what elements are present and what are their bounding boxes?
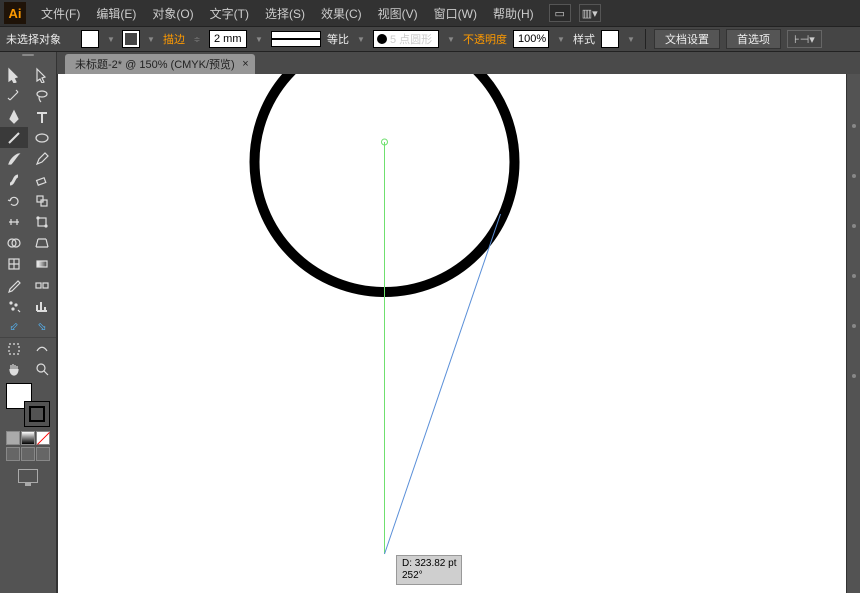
slice-select-tool[interactable] — [0, 338, 28, 359]
document-area: 未标题-2* @ 150% (CMYK/预览) × D: 323.82 pt 2… — [57, 52, 860, 593]
draw-normal[interactable] — [6, 447, 20, 461]
mesh-tool[interactable] — [0, 253, 28, 274]
color-mode[interactable] — [6, 431, 20, 445]
app-logo: Ai — [4, 2, 26, 24]
style-swatch[interactable] — [601, 30, 619, 48]
stroke-weight-dropdown[interactable]: ▼ — [253, 31, 265, 47]
menu-effect[interactable]: 效果(C) — [314, 1, 369, 26]
magic-wand-tool[interactable] — [0, 85, 28, 106]
tooltip-distance: D: 323.82 pt — [402, 558, 456, 570]
stroke-box[interactable] — [24, 401, 50, 427]
stroke-stepper-up[interactable]: ≑ — [191, 31, 203, 47]
stroke-style-preview[interactable] — [271, 31, 321, 47]
stroke-dropdown[interactable]: ▼ — [145, 31, 157, 47]
collapsed-panels[interactable] — [846, 74, 860, 593]
zoom-tool[interactable] — [28, 358, 56, 379]
line-preview — [385, 214, 501, 554]
width-tool[interactable] — [0, 211, 28, 232]
toolbox: ⬃ ⬂ — [0, 52, 57, 593]
pen-tool[interactable] — [0, 106, 28, 127]
menu-edit[interactable]: 编辑(E) — [89, 1, 143, 26]
brush-profile[interactable]: 5 点圆形 — [373, 30, 439, 48]
layout-icon[interactable]: ▭ — [549, 4, 571, 22]
symbol-sprayer-tool[interactable] — [0, 295, 28, 316]
gradient-mode[interactable] — [21, 431, 35, 445]
menu-bar: Ai 文件(F) 编辑(E) 对象(O) 文字(T) 选择(S) 效果(C) 视… — [0, 0, 860, 26]
menu-view[interactable]: 视图(V) — [371, 1, 425, 26]
type-tool[interactable] — [28, 106, 56, 127]
tab-title: 未标题-2* @ 150% (CMYK/预览) — [75, 56, 235, 72]
opacity-label[interactable]: 不透明度 — [463, 31, 507, 47]
blob-brush-tool[interactable] — [0, 169, 28, 190]
hand-tool[interactable] — [0, 358, 28, 379]
fill-dropdown[interactable]: ▼ — [105, 31, 117, 47]
screen-mode[interactable] — [18, 469, 38, 483]
style-dropdown[interactable]: ▼ — [625, 31, 637, 47]
selection-tool[interactable] — [0, 64, 28, 85]
ellipse-tool[interactable] — [28, 127, 56, 148]
paintbrush-tool[interactable] — [0, 148, 28, 169]
stroke-label[interactable]: 描边 — [163, 31, 185, 47]
profile-dropdown[interactable]: ▼ — [445, 31, 457, 47]
rotate-tool[interactable] — [0, 190, 28, 211]
menu-help[interactable]: 帮助(H) — [486, 1, 541, 26]
fill-swatch[interactable] — [81, 30, 99, 48]
shape-builder-tool[interactable] — [0, 232, 28, 253]
menu-file[interactable]: 文件(F) — [34, 1, 87, 26]
blend-tool[interactable] — [28, 274, 56, 295]
menu-window[interactable]: 窗口(W) — [427, 1, 484, 26]
uniform-dropdown[interactable]: ▼ — [355, 31, 367, 47]
eyedropper-tool[interactable] — [0, 274, 28, 295]
prefs-button[interactable]: 首选项 — [726, 29, 781, 49]
perspective-grid-tool[interactable] — [28, 232, 56, 253]
none-mode[interactable] — [36, 431, 50, 445]
direct-selection-tool[interactable] — [28, 64, 56, 85]
artwork — [58, 74, 860, 593]
document-tab[interactable]: 未标题-2* @ 150% (CMYK/预览) × — [65, 54, 255, 74]
align-selector[interactable]: ⊦⊣▾ — [787, 30, 822, 48]
draw-inside[interactable] — [36, 447, 50, 461]
free-transform-tool[interactable] — [28, 211, 56, 232]
arrange-icon[interactable]: ▥▾ — [579, 4, 601, 22]
fill-stroke-control[interactable] — [6, 383, 50, 427]
slice-tool[interactable]: ⬂ — [28, 316, 56, 337]
tab-bar: 未标题-2* @ 150% (CMYK/预览) × — [57, 52, 860, 74]
artboard-tool[interactable]: ⬃ — [0, 316, 28, 337]
stroke-swatch[interactable] — [123, 31, 139, 47]
pencil-tool[interactable] — [28, 148, 56, 169]
brush-profile-label: 5 点圆形 — [390, 31, 432, 47]
opacity-input[interactable]: 100% — [513, 30, 549, 48]
workspace: ⬃ ⬂ 未标题-2* — [0, 52, 860, 593]
lasso-tool[interactable] — [28, 85, 56, 106]
doc-setup-button[interactable]: 文档设置 — [654, 29, 720, 49]
style-label: 样式 — [573, 31, 595, 47]
menu-object[interactable]: 对象(O) — [145, 1, 200, 26]
knife-tool[interactable] — [28, 338, 56, 359]
control-bar: 未选择对象 ▼ ▼ 描边 ≑ 2 mm ▼ 等比 ▼ 5 点圆形 ▼ 不透明度 … — [0, 26, 860, 52]
tooltip-angle: 252° — [402, 570, 456, 582]
column-graph-tool[interactable] — [28, 295, 56, 316]
measurement-tooltip: D: 323.82 pt 252° — [396, 555, 462, 585]
draw-behind[interactable] — [21, 447, 35, 461]
selection-status: 未选择对象 — [6, 31, 61, 47]
uniform-label: 等比 — [327, 31, 349, 47]
toolbox-grip[interactable] — [0, 54, 56, 62]
eraser-tool[interactable] — [28, 169, 56, 190]
opacity-dropdown[interactable]: ▼ — [555, 31, 567, 47]
gradient-tool[interactable] — [28, 253, 56, 274]
stroke-weight-input[interactable]: 2 mm — [209, 30, 247, 48]
menu-type[interactable]: 文字(T) — [203, 1, 256, 26]
separator — [645, 29, 646, 49]
menu-select[interactable]: 选择(S) — [258, 1, 312, 26]
tab-close[interactable]: × — [242, 58, 248, 70]
scale-tool[interactable] — [28, 190, 56, 211]
canvas[interactable]: D: 323.82 pt 252° — [57, 74, 860, 593]
line-tool[interactable] — [0, 127, 28, 148]
